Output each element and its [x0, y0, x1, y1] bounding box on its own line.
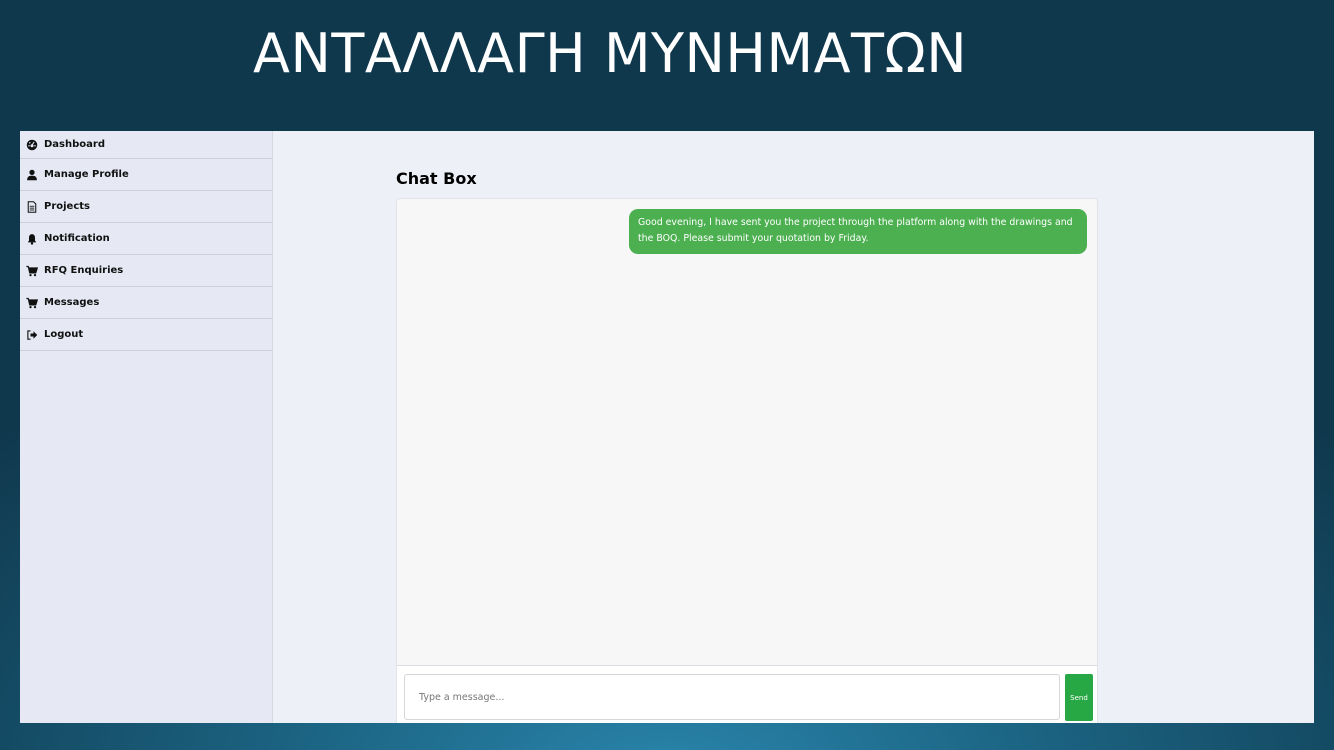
dashboard-icon — [25, 138, 39, 152]
message-list[interactable]: Good evening, I have sent you the projec… — [397, 199, 1097, 667]
document-icon — [25, 200, 39, 214]
sidebar-item-rfq-enquiries[interactable]: RFQ Enquiries — [20, 255, 272, 287]
sidebar: Dashboard Manage Profile Projects Notifi… — [20, 131, 273, 723]
cart-icon — [25, 264, 39, 278]
user-icon — [25, 168, 39, 182]
sent-message-bubble: Good evening, I have sent you the projec… — [629, 209, 1087, 254]
chat-box: Good evening, I have sent you the projec… — [396, 198, 1098, 723]
sidebar-item-label: Dashboard — [44, 139, 105, 150]
sidebar-item-label: Logout — [44, 329, 84, 340]
sidebar-item-notification[interactable]: Notification — [20, 223, 272, 255]
app-window: Dashboard Manage Profile Projects Notifi… — [20, 131, 1314, 723]
logout-icon — [25, 328, 39, 342]
main-content: Chat Box Good evening, I have sent you t… — [273, 131, 1314, 723]
cart-icon — [25, 296, 39, 310]
sidebar-item-label: Messages — [44, 297, 100, 308]
sidebar-item-label: RFQ Enquiries — [44, 265, 124, 276]
send-button[interactable]: Send — [1065, 674, 1093, 721]
sidebar-item-manage-profile[interactable]: Manage Profile — [20, 159, 272, 191]
sidebar-item-messages[interactable]: Messages — [20, 287, 272, 319]
message-composer: Send — [397, 665, 1097, 723]
message-input[interactable] — [404, 674, 1060, 720]
sidebar-item-label: Projects — [44, 201, 91, 212]
bell-icon — [25, 232, 39, 246]
sidebar-item-projects[interactable]: Projects — [20, 191, 272, 223]
chat-title: Chat Box — [396, 169, 477, 188]
sidebar-item-logout[interactable]: Logout — [20, 319, 272, 351]
slide-title: ΑΝΤΑΛΛΑΓΗ ΜΥΝΗΜΑΤΩΝ — [253, 22, 968, 85]
sidebar-item-label: Notification — [44, 233, 110, 244]
sidebar-item-label: Manage Profile — [44, 169, 129, 180]
sidebar-item-dashboard[interactable]: Dashboard — [20, 131, 272, 159]
